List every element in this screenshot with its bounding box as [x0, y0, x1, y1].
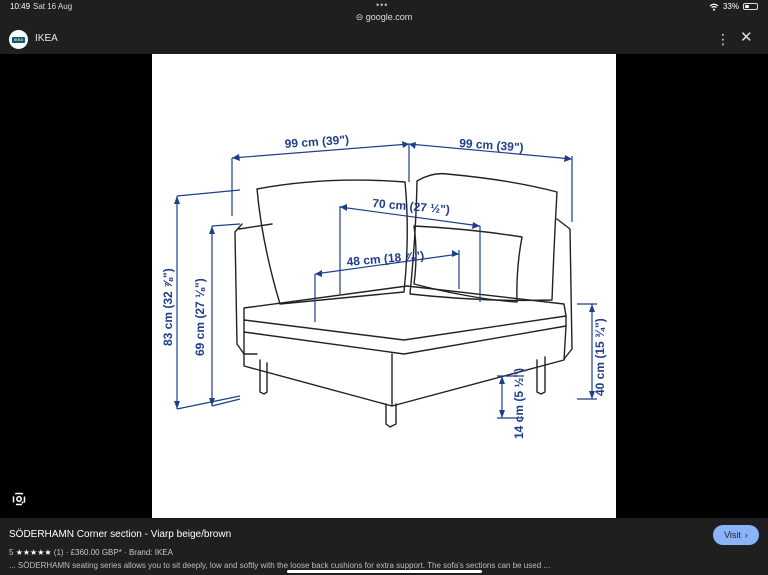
visit-button-label: Visit	[724, 530, 741, 540]
site-logo[interactable]: IKEA	[9, 30, 28, 49]
dim-back-depth: 70 cm (27 ½")	[372, 196, 451, 217]
logo-text: IKEA	[13, 37, 24, 42]
status-time: 10:49	[10, 2, 31, 11]
status-indicators: 33%	[709, 2, 758, 11]
product-info-panel: SÖDERHAMN Corner section - Viarp beige/b…	[0, 518, 768, 575]
dim-seat-height: 40 cm (15 ¾")	[593, 318, 607, 396]
lock-icon: ⊝	[355, 12, 364, 22]
status-date: Sat 16 Aug	[33, 2, 73, 11]
battery-icon	[743, 3, 758, 10]
product-description: ... SÖDERHAMN seating series allows you …	[9, 561, 551, 570]
address-bar[interactable]: ⊝ google.com	[0, 12, 768, 23]
product-title[interactable]: SÖDERHAMN Corner section - Viarp beige/b…	[9, 529, 231, 540]
dim-leg-height: 14 cm (5 ½")	[512, 368, 526, 439]
result-header: IKEA IKEA ⋮ ✕	[0, 26, 768, 54]
more-vertical-icon[interactable]: ⋮	[716, 30, 730, 48]
home-indicator[interactable]	[287, 570, 482, 573]
dim-width-left: 99 cm (39")	[284, 133, 349, 151]
product-brand: Brand: IKEA	[128, 548, 173, 557]
dim-height-total: 83 cm (32 ⅞")	[161, 268, 175, 346]
close-icon[interactable]: ✕	[740, 29, 753, 47]
ikea-logo-icon: IKEA	[12, 36, 25, 43]
rating-stars-icon: ★★★★★	[15, 548, 52, 557]
wifi-icon	[709, 3, 719, 11]
product-meta: 5 ★★★★★ (1) · £360.00 GBP* · Brand: IKEA	[9, 548, 173, 557]
dim-width-right: 99 cm (39")	[459, 136, 524, 154]
review-count: (1)	[53, 548, 64, 557]
google-lens-icon[interactable]	[12, 492, 26, 506]
battery-percent: 33%	[722, 2, 739, 11]
site-name[interactable]: IKEA	[35, 33, 58, 44]
address-url: google.com	[365, 12, 413, 22]
status-bar: 10:49 Sat 16 Aug ••• ⊝ google.com 33%	[0, 0, 768, 26]
product-image[interactable]: 99 cm (39") 99 cm (39") 70 cm (27 ½") 48…	[152, 54, 616, 518]
product-price: £360.00 GBP*	[70, 548, 122, 557]
rating-value: 5	[9, 548, 14, 557]
sofa-dimension-drawing: 99 cm (39") 99 cm (39") 70 cm (27 ½") 48…	[161, 133, 607, 439]
visit-button[interactable]: Visit ›	[713, 525, 759, 545]
battery-fill	[745, 5, 749, 8]
multitask-dots-icon[interactable]: •••	[376, 0, 388, 10]
chevron-right-icon: ›	[744, 530, 748, 540]
dim-height-back: 69 cm (27 ⅛")	[193, 278, 207, 356]
